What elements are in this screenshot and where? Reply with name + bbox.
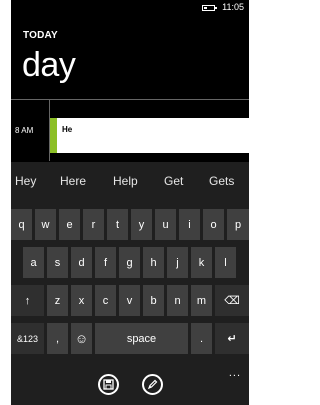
key-u[interactable]: u xyxy=(155,209,176,240)
key-y[interactable]: y xyxy=(131,209,152,240)
key-f[interactable]: f xyxy=(95,247,116,278)
key-r[interactable]: r xyxy=(83,209,104,240)
space-key[interactable]: space xyxy=(95,323,188,354)
phone-screen: 11:05 TODAY day 8 AM He Hey Here Help Ge… xyxy=(11,0,249,405)
time-label-8am: 8 AM xyxy=(15,126,34,135)
more-button[interactable]: ... xyxy=(229,367,241,379)
event-entry[interactable]: He xyxy=(50,118,249,153)
status-bar: 11:05 xyxy=(11,0,249,16)
save-icon xyxy=(103,379,114,390)
suggestion-1[interactable]: Hey xyxy=(15,174,36,188)
key-x[interactable]: x xyxy=(71,285,92,316)
key-t[interactable]: t xyxy=(107,209,128,240)
symbols-key[interactable]: &123 xyxy=(11,323,44,354)
backspace-key[interactable]: ⌫ xyxy=(215,285,249,316)
key-k[interactable]: k xyxy=(191,247,212,278)
key-i[interactable]: i xyxy=(179,209,200,240)
calendar-day-view[interactable]: 8 AM He xyxy=(11,99,249,161)
key-g[interactable]: g xyxy=(119,247,140,278)
key-b[interactable]: b xyxy=(143,285,164,316)
edit-icon xyxy=(147,379,158,390)
key-o[interactable]: o xyxy=(203,209,224,240)
key-e[interactable]: e xyxy=(59,209,80,240)
key-period[interactable]: . xyxy=(191,323,212,354)
key-m[interactable]: m xyxy=(191,285,212,316)
suggestion-4[interactable]: Get xyxy=(164,174,183,188)
hour-divider xyxy=(11,99,249,100)
battery-icon xyxy=(202,5,217,11)
edit-button[interactable] xyxy=(142,374,163,395)
event-title[interactable]: He xyxy=(62,125,72,134)
key-j[interactable]: j xyxy=(167,247,188,278)
key-d[interactable]: d xyxy=(71,247,92,278)
suggestion-2[interactable]: Here xyxy=(60,174,86,188)
save-button[interactable] xyxy=(98,374,119,395)
suggestion-bar: Hey Here Help Get Gets xyxy=(11,162,249,199)
key-q[interactable]: q xyxy=(11,209,32,240)
keyboard: q w e r t y u i o p a s d f g h j k l ↑ … xyxy=(11,199,249,365)
key-l[interactable]: l xyxy=(215,247,236,278)
suggestion-5[interactable]: Gets xyxy=(209,174,234,188)
emoji-key[interactable]: ☺ xyxy=(71,323,92,354)
key-s[interactable]: s xyxy=(47,247,68,278)
app-bar: ... xyxy=(11,365,249,405)
key-h[interactable]: h xyxy=(143,247,164,278)
key-p[interactable]: p xyxy=(227,209,249,240)
shift-key[interactable]: ↑ xyxy=(11,285,44,316)
key-v[interactable]: v xyxy=(119,285,140,316)
app-header-label: TODAY xyxy=(23,30,58,41)
key-w[interactable]: w xyxy=(35,209,56,240)
key-z[interactable]: z xyxy=(47,285,68,316)
key-n[interactable]: n xyxy=(167,285,188,316)
key-a[interactable]: a xyxy=(23,247,44,278)
key-comma[interactable]: , xyxy=(47,323,68,354)
event-accent-bar xyxy=(50,118,57,153)
status-clock: 11:05 xyxy=(222,2,244,12)
suggestion-3[interactable]: Help xyxy=(113,174,138,188)
key-c[interactable]: c xyxy=(95,285,116,316)
page-title: day xyxy=(22,46,76,84)
enter-key[interactable]: ↵ xyxy=(215,323,249,354)
